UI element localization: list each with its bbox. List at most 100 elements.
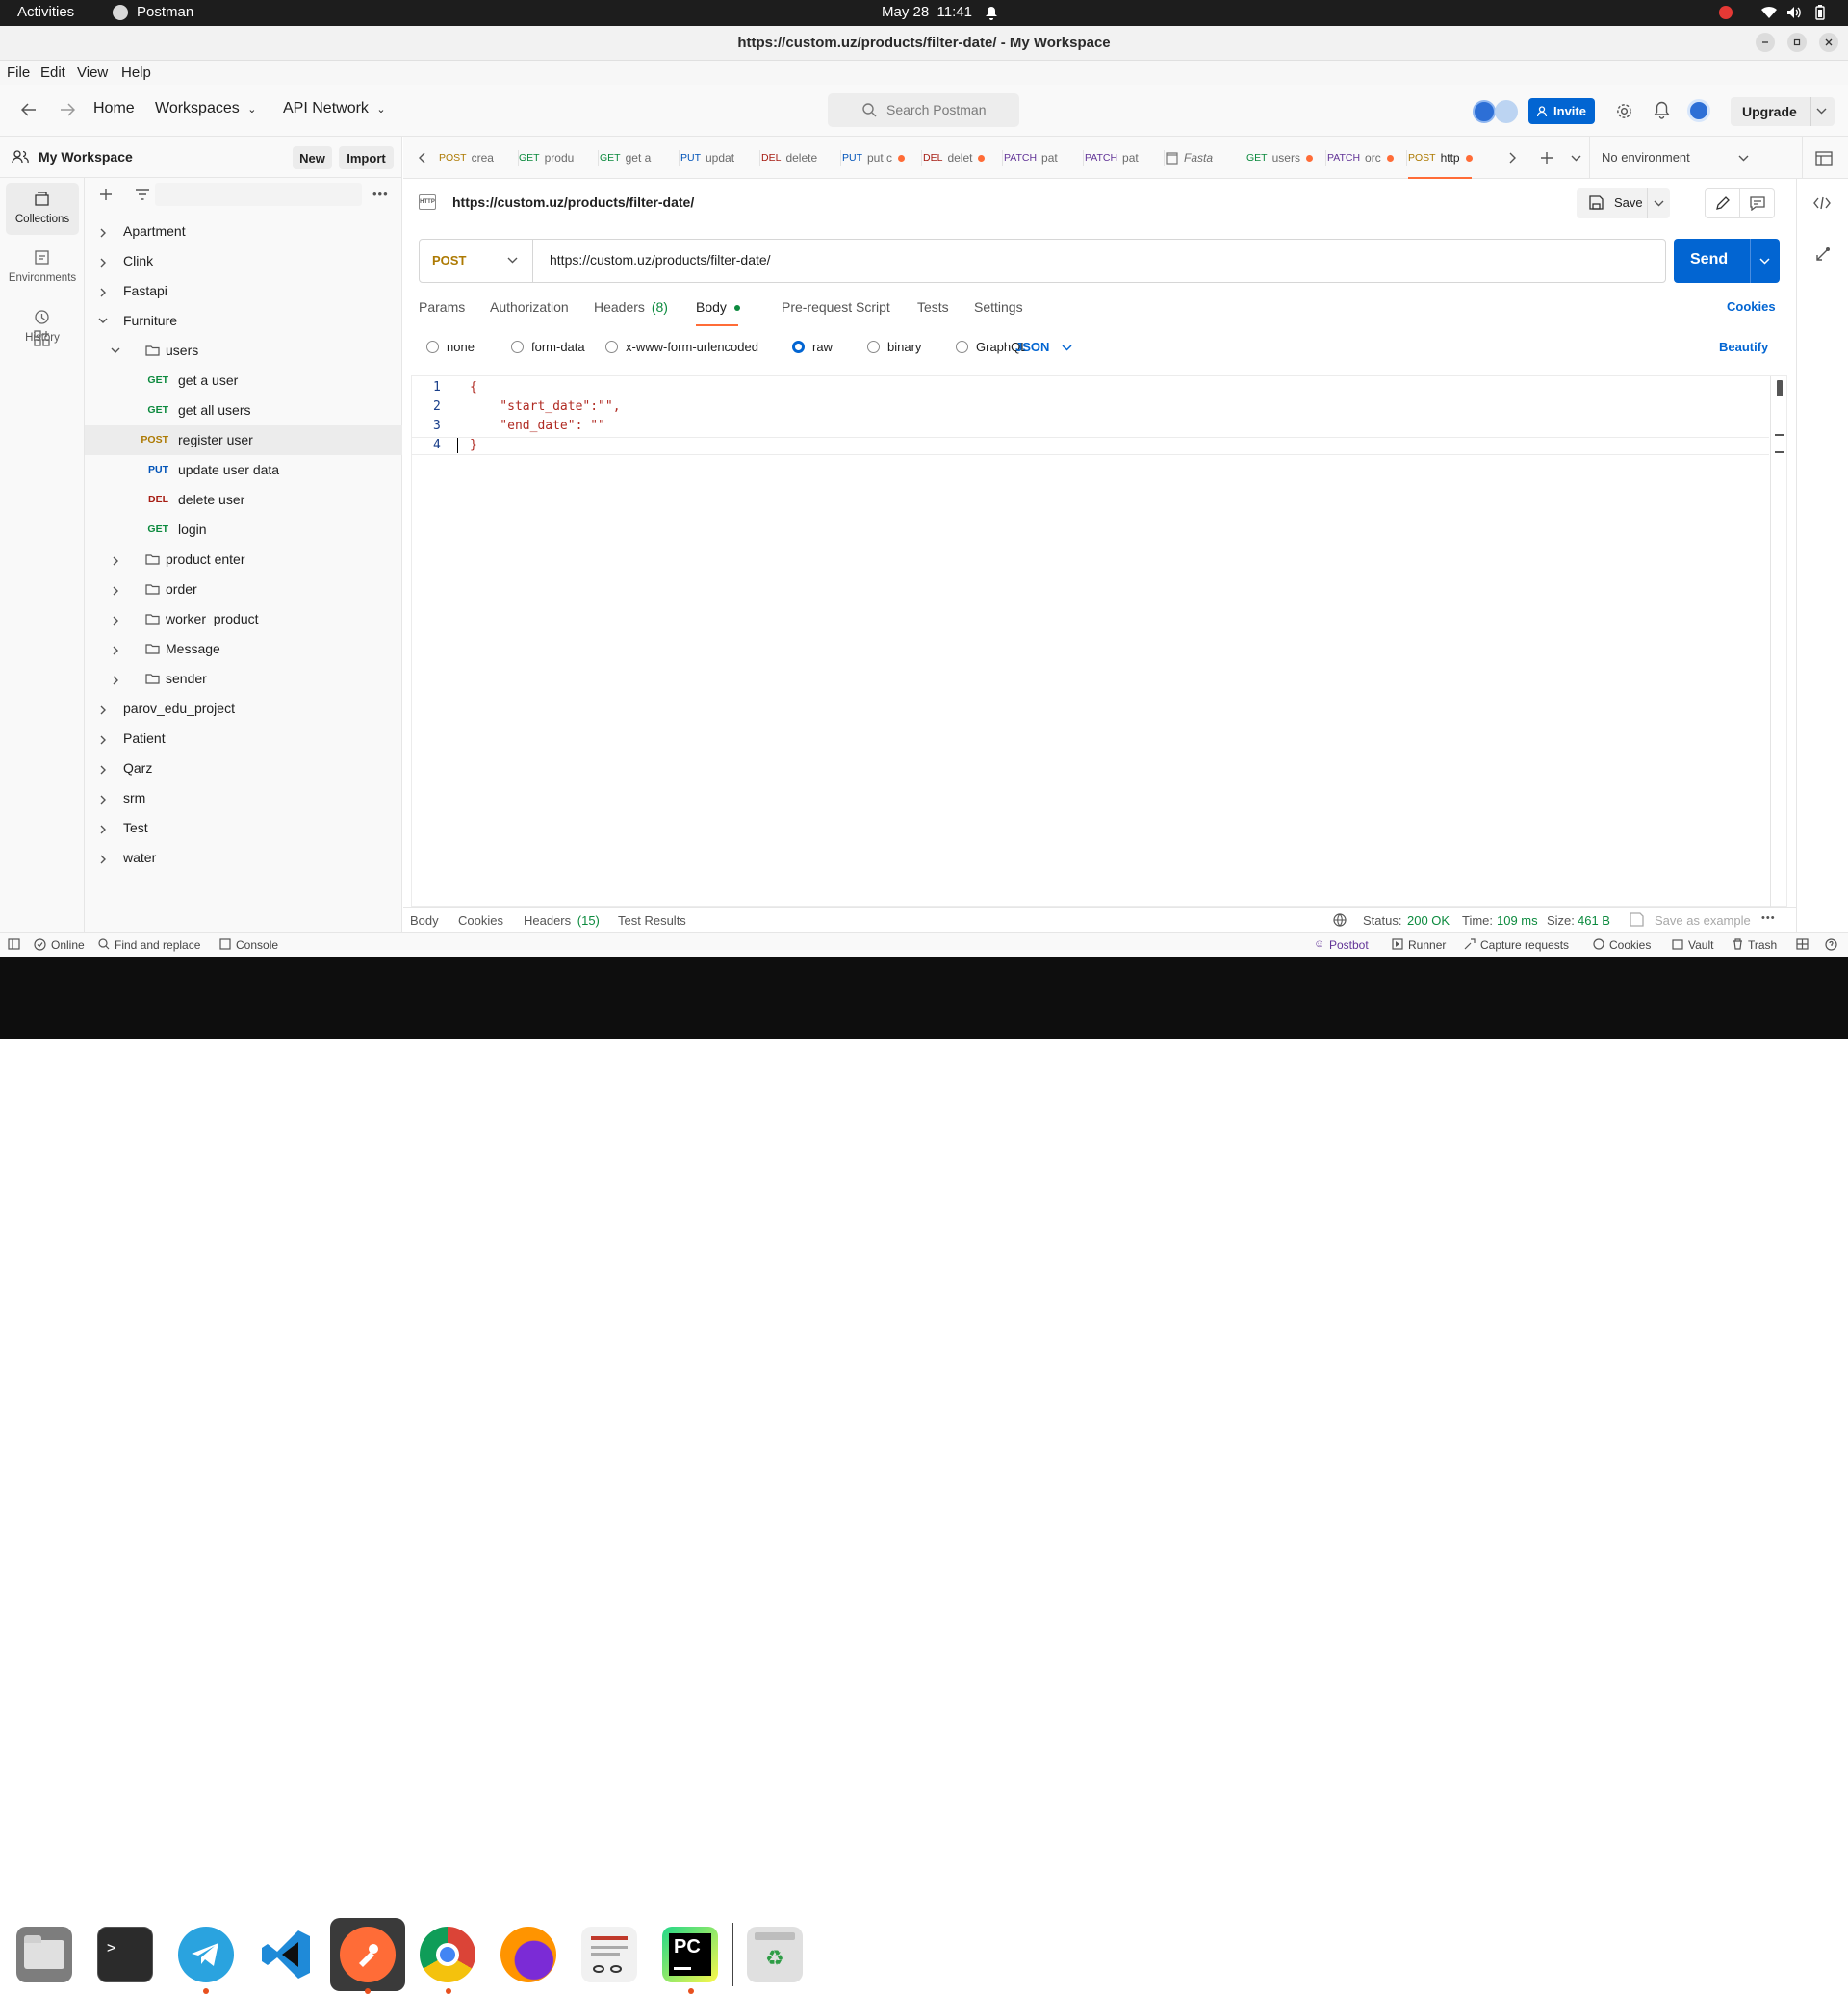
cookies-link[interactable]: Cookies: [1727, 299, 1776, 314]
online-status[interactable]: Online: [51, 938, 85, 952]
menu-edit[interactable]: Edit: [40, 64, 65, 81]
capture-requests-button[interactable]: Capture requests: [1480, 938, 1569, 952]
response-tab-cookies[interactable]: Cookies: [458, 913, 503, 928]
settings-gear-icon[interactable]: [1615, 102, 1633, 120]
method-select[interactable]: POST: [420, 240, 533, 282]
tree-collection-item[interactable]: water: [85, 843, 402, 873]
tabs-menu-chevron-down-icon[interactable]: [1571, 155, 1581, 162]
size-value[interactable]: 461 B: [1578, 913, 1610, 928]
wifi-icon[interactable]: [1761, 6, 1777, 19]
trash-button[interactable]: Trash: [1748, 938, 1777, 952]
firefox-icon[interactable]: [500, 1927, 556, 1982]
volume-icon[interactable]: [1786, 6, 1802, 19]
back-arrow-icon[interactable]: [21, 103, 37, 116]
cookies-button[interactable]: Cookies: [1609, 938, 1651, 952]
tree-folder-item[interactable]: sender: [85, 664, 402, 694]
tree-collection-item[interactable]: Patient: [85, 724, 402, 754]
tab-body[interactable]: Body: [696, 299, 740, 315]
chevron-right-icon[interactable]: [113, 646, 119, 655]
find-and-replace-button[interactable]: Find and replace: [115, 938, 200, 952]
tab-params[interactable]: Params: [419, 299, 465, 315]
environment-quick-look-icon[interactable]: [1815, 151, 1833, 166]
postbot-button[interactable]: Postbot: [1329, 938, 1369, 952]
search-box[interactable]: Search Postman: [828, 93, 1019, 127]
tree-collection-item[interactable]: Fastapi: [85, 276, 402, 306]
workspaces-menu[interactable]: Workspaces ⌄: [155, 100, 256, 117]
runner-button[interactable]: Runner: [1408, 938, 1446, 952]
add-collection-icon[interactable]: [99, 188, 113, 201]
maximize-button[interactable]: [1787, 33, 1807, 52]
app-menu[interactable]: Postman: [137, 4, 193, 20]
show-apps-grid-icon[interactable]: [1784, 1934, 1824, 1975]
postman-icon[interactable]: [340, 1927, 396, 1982]
battery-icon[interactable]: [1815, 5, 1825, 20]
chrome-tray-icon[interactable]: [1719, 6, 1732, 19]
body-editor[interactable]: 1 {2 "start_date":"", 3 "end_date": "" 4}: [411, 375, 1787, 908]
vault-button[interactable]: Vault: [1688, 938, 1713, 952]
request-tab[interactable]: GET users: [1246, 137, 1323, 179]
filter-icon[interactable]: [135, 189, 150, 200]
chevron-right-icon[interactable]: [100, 228, 107, 238]
more-options-icon[interactable]: •••: [1761, 912, 1776, 924]
avatar[interactable]: [1495, 100, 1518, 123]
comments-icon[interactable]: [1739, 188, 1775, 218]
chevron-right-icon[interactable]: [100, 735, 107, 745]
upgrade-button[interactable]: Upgrade: [1731, 97, 1835, 126]
body-type-radio[interactable]: binary: [867, 340, 921, 354]
tree-request-item[interactable]: GET get a user: [85, 366, 402, 396]
time-value[interactable]: 109 ms: [1497, 913, 1538, 928]
tree-collection-item[interactable]: Clink: [85, 246, 402, 276]
request-tab[interactable]: PATCH pat: [1085, 137, 1162, 179]
user-avatar[interactable]: [1687, 99, 1710, 122]
chevron-down-icon[interactable]: [1759, 258, 1770, 265]
trash-icon[interactable]: ♻: [747, 1927, 803, 1982]
tree-folder-item[interactable]: product enter: [85, 545, 402, 575]
new-tab-plus-icon[interactable]: [1540, 151, 1553, 165]
send-button[interactable]: Send: [1674, 239, 1780, 283]
import-button[interactable]: Import: [339, 146, 394, 169]
request-tab[interactable]: GET get a: [600, 137, 677, 179]
menu-view[interactable]: View: [77, 64, 108, 81]
new-button[interactable]: New: [293, 146, 332, 169]
pycharm-icon[interactable]: PC: [662, 1927, 718, 1982]
workspace-name[interactable]: My Workspace: [38, 149, 133, 165]
request-tab[interactable]: DEL delete: [761, 137, 838, 179]
menu-help[interactable]: Help: [121, 64, 151, 81]
request-tab[interactable]: PUT put c: [842, 137, 919, 179]
rail-item-collections[interactable]: Collections: [6, 183, 79, 235]
home-link[interactable]: Home: [93, 100, 135, 117]
collections-search-input[interactable]: [155, 183, 362, 206]
edit-pencil-icon[interactable]: [1705, 188, 1740, 218]
two-pane-layout-icon[interactable]: [1796, 938, 1809, 950]
configure-workbench-icon[interactable]: [34, 330, 50, 346]
tab-scroll-left-icon[interactable]: [418, 152, 425, 164]
request-tab[interactable]: PATCH orc: [1327, 137, 1404, 179]
tree-collection-item[interactable]: Furniture: [85, 306, 402, 336]
url-input[interactable]: https://custom.uz/products/filter-date/: [550, 252, 771, 268]
avatar[interactable]: [1473, 100, 1496, 123]
activities-button[interactable]: Activities: [17, 4, 74, 20]
body-type-radio[interactable]: raw: [792, 340, 833, 354]
chevron-right-icon[interactable]: [100, 825, 107, 834]
tab-scroll-right-icon[interactable]: [1509, 152, 1517, 164]
chevron-down-icon[interactable]: [1816, 108, 1827, 115]
chevron-right-icon[interactable]: [100, 765, 107, 775]
terminal-icon[interactable]: >_: [97, 1927, 153, 1982]
clock[interactable]: May 28 11:41: [882, 4, 972, 20]
request-tab[interactable]: DEL delet: [923, 137, 1000, 179]
rail-item-environments[interactable]: Environments: [6, 242, 79, 294]
more-options-icon[interactable]: •••: [372, 187, 389, 201]
chevron-right-icon[interactable]: [113, 676, 119, 685]
minimize-button[interactable]: [1756, 33, 1775, 52]
api-network-menu[interactable]: API Network ⌄: [283, 100, 386, 117]
request-tab[interactable]: GET produ: [519, 137, 596, 179]
request-tab[interactable]: PUT updat: [680, 137, 757, 179]
tab-tests[interactable]: Tests: [917, 299, 949, 315]
chevron-right-icon[interactable]: [100, 855, 107, 864]
request-title[interactable]: https://custom.uz/products/filter-date/: [452, 194, 694, 210]
tree-collection-item[interactable]: Apartment: [85, 217, 402, 246]
tree-request-item[interactable]: GET get all users: [85, 396, 402, 425]
response-tab-body[interactable]: Body: [410, 913, 439, 928]
tree-collection-item[interactable]: Qarz: [85, 754, 402, 783]
body-type-radio[interactable]: none: [426, 340, 475, 354]
